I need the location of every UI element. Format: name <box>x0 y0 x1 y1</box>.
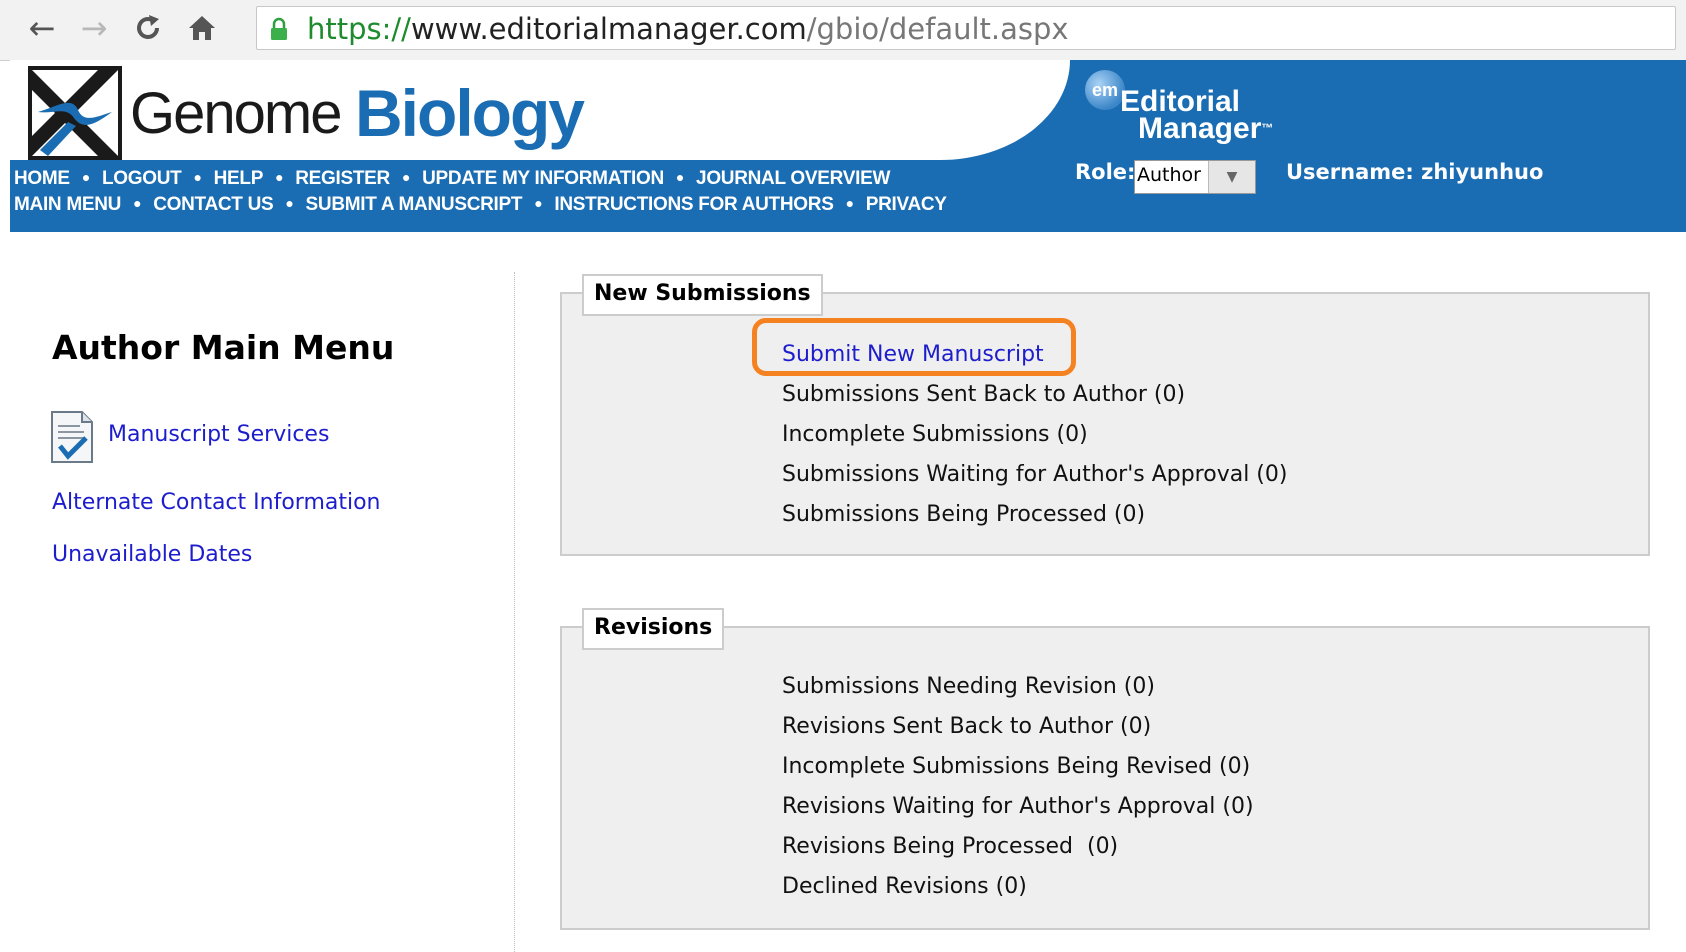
nav-help[interactable]: HELP <box>214 168 264 189</box>
new-submissions-legend: New Submissions <box>582 274 823 316</box>
role-select[interactable]: Author ▼ <box>1134 160 1256 194</box>
alternate-contact-information-link[interactable]: Alternate Contact Information <box>52 490 381 515</box>
em-trademark: ™ <box>1261 121 1274 135</box>
revisions-panel: Revisions Submissions Needing Revision (… <box>560 608 1650 930</box>
url-text: https://www.editorialmanager.com/gbio/de… <box>307 12 1069 46</box>
page-title: Author Main Menu <box>52 328 395 367</box>
declined-revisions-link[interactable]: Declined Revisions (0) <box>782 874 1027 899</box>
incomplete-revisions-link[interactable]: Incomplete Submissions Being Revised (0) <box>782 754 1250 779</box>
journal-header: Genome Biology em Editorial Manager™ HOM… <box>10 60 1686 232</box>
browser-window: ← → https://www.editorialmanager.com/gbi… <box>0 0 1686 952</box>
unavailable-dates-link[interactable]: Unavailable Dates <box>52 542 252 567</box>
column-divider <box>514 272 515 952</box>
incomplete-submissions-link[interactable]: Incomplete Submissions (0) <box>782 422 1088 447</box>
logo-banner: Genome Biology <box>10 60 1070 160</box>
revisions-legend: Revisions <box>582 608 725 650</box>
manuscript-services-link[interactable]: Manuscript Services <box>108 422 329 447</box>
revisions-waiting-approval-link[interactable]: Revisions Waiting for Author's Approval … <box>782 794 1254 819</box>
em-line-2: Manager <box>1138 112 1262 145</box>
chevron-down-icon[interactable]: ▼ <box>1208 161 1255 193</box>
nav-instructions-for-authors[interactable]: INSTRUCTIONS FOR AUTHORS <box>554 194 834 215</box>
revisions-sent-back-link[interactable]: Revisions Sent Back to Author (0) <box>782 714 1151 739</box>
forward-arrow-icon[interactable]: → <box>70 6 118 50</box>
nav-contact-us[interactable]: CONTACT US <box>153 194 273 215</box>
nav-home[interactable]: HOME <box>14 168 70 189</box>
brand-word-biology: Biology <box>355 76 585 150</box>
reload-icon[interactable] <box>124 6 172 50</box>
address-bar[interactable]: https://www.editorialmanager.com/gbio/de… <box>256 6 1676 50</box>
new-submissions-panel: New Submissions Submit New Manuscript Su… <box>560 274 1650 556</box>
brand-word-genome: Genome <box>130 81 342 146</box>
document-check-icon <box>51 411 93 463</box>
nav-logout[interactable]: LOGOUT <box>102 168 182 189</box>
submissions-being-processed-link[interactable]: Submissions Being Processed (0) <box>782 502 1145 527</box>
revisions-being-processed-link[interactable]: Revisions Being Processed (0) <box>782 834 1118 859</box>
submissions-needing-revision-link[interactable]: Submissions Needing Revision (0) <box>782 674 1155 699</box>
lock-icon <box>271 17 287 40</box>
nav-privacy[interactable]: PRIVACY <box>866 194 947 215</box>
nav-submit-a-manuscript[interactable]: SUBMIT A MANUSCRIPT <box>306 194 523 215</box>
back-arrow-icon[interactable]: ← <box>18 6 66 50</box>
submissions-waiting-approval-link[interactable]: Submissions Waiting for Author's Approva… <box>782 462 1287 487</box>
username-display: Username: zhiyunhuo <box>1286 160 1544 184</box>
nav-journal-overview[interactable]: JOURNAL OVERVIEW <box>696 168 890 189</box>
editorial-manager-wordmark: Editorial Manager™ <box>1120 87 1300 145</box>
submissions-sent-back-link[interactable]: Submissions Sent Back to Author (0) <box>782 382 1185 407</box>
editorial-manager-logo-icon: em <box>1085 70 1125 110</box>
genome-biology-logo-icon[interactable] <box>28 66 122 160</box>
home-icon[interactable] <box>178 6 226 50</box>
role-select-value: Author <box>1137 164 1201 186</box>
top-nav-row-2: MAIN MENU ● CONTACT US ● SUBMIT A MANUSCRIPT… <box>14 194 947 215</box>
nav-update-my-information[interactable]: UPDATE MY INFORMATION <box>422 168 664 189</box>
browser-toolbar: ← → https://www.editorialmanager.com/gbi… <box>0 0 1686 61</box>
submit-new-manuscript-link[interactable]: Submit New Manuscript <box>782 342 1044 367</box>
role-label: Role: <box>1075 160 1136 184</box>
top-nav-row-1: HOME ● LOGOUT ● HELP ● REGISTER ● UPDATE MY INFO… <box>14 168 891 189</box>
nav-register[interactable]: REGISTER <box>295 168 390 189</box>
nav-main-menu[interactable]: MAIN MENU <box>14 194 121 215</box>
